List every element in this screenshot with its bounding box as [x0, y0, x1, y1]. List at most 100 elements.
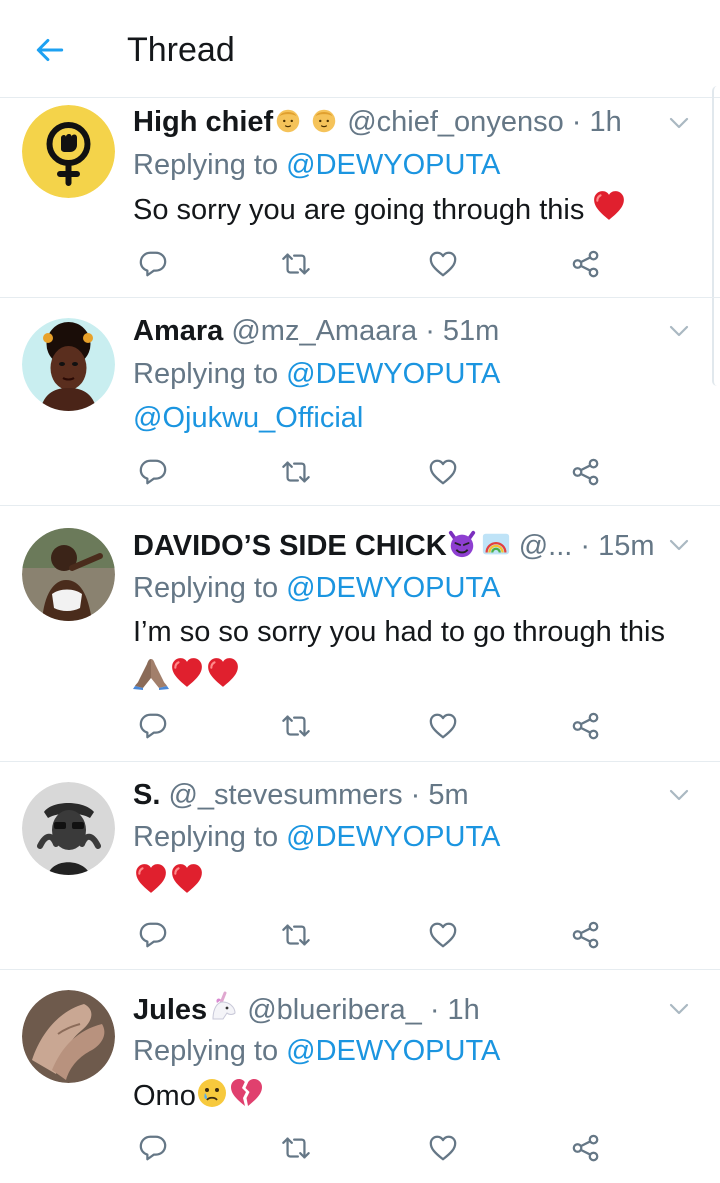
- tweet-header: Jules @blueribera_ · 1h: [133, 990, 670, 1030]
- replying-prefix: Replying to: [133, 149, 279, 181]
- reply-button[interactable]: [133, 452, 173, 492]
- emoji-line: [133, 656, 241, 692]
- red-heart-emoji-icon: [133, 862, 169, 896]
- tweet-item[interactable]: Jules @blueribera_ · 1h Replying to @DEW…: [0, 970, 720, 1183]
- reply-button[interactable]: [133, 915, 173, 955]
- broken-heart-emoji-icon: [230, 1079, 262, 1106]
- tweet-header: Amara @mz_Amaara · 51m: [133, 311, 670, 351]
- mention-link[interactable]: @DEWYOPUTA: [286, 1035, 500, 1067]
- handle[interactable]: @_stevesummers: [168, 779, 402, 811]
- like-button[interactable]: [423, 1128, 463, 1168]
- replying-to: Replying to @DEWYOPUTA: [133, 817, 500, 857]
- replying-prefix: Replying to: [133, 572, 279, 604]
- handle[interactable]: @...: [519, 530, 573, 562]
- reply-icon: [138, 920, 168, 950]
- baby-emoji-icon: [273, 105, 303, 135]
- timestamp: · 15m: [580, 530, 655, 562]
- like-button[interactable]: [423, 244, 463, 284]
- reply-button[interactable]: [133, 706, 173, 746]
- tweet-body: So sorry you are going through this: [133, 194, 585, 226]
- like-icon: [428, 1133, 458, 1163]
- handle[interactable]: @chief_onyenso: [347, 106, 563, 138]
- avatar[interactable]: [22, 105, 115, 198]
- rainbow-emoji-icon: [482, 533, 509, 555]
- share-button[interactable]: [566, 706, 606, 746]
- timestamp: · 51m: [425, 315, 500, 347]
- tweet-item[interactable]: Amara @mz_Amaara · 51m Replying to @DEWY…: [0, 298, 720, 506]
- tweet-actions: [133, 452, 603, 492]
- retweet-button[interactable]: [276, 706, 316, 746]
- share-button[interactable]: [566, 452, 606, 492]
- tweet-item[interactable]: S. @_stevesummers · 5m Replying to @DEWY…: [0, 762, 720, 970]
- folded-hands-emoji-icon: [133, 659, 169, 690]
- display-name[interactable]: DAVIDO’S SIDE CHICK: [133, 530, 447, 562]
- handle[interactable]: @blueribera_: [247, 994, 422, 1026]
- share-icon: [571, 457, 601, 487]
- tweet-item[interactable]: High chief @chief_onyenso · 1h Replying …: [0, 98, 720, 298]
- chevron-down-icon: [667, 111, 691, 135]
- reply-button[interactable]: [133, 244, 173, 284]
- mention-link[interactable]: @DEWYOPUTA: [286, 358, 500, 390]
- retweet-icon: [281, 457, 311, 487]
- tweet-menu-caret[interactable]: [664, 530, 694, 560]
- chevron-down-icon: [667, 997, 691, 1021]
- like-button[interactable]: [423, 706, 463, 746]
- avatar[interactable]: [22, 990, 115, 1083]
- thread-header: Thread: [0, 0, 720, 98]
- reply-icon: [138, 1133, 168, 1163]
- timestamp: · 1h: [571, 106, 622, 138]
- chevron-down-icon: [667, 319, 691, 343]
- share-icon: [571, 1133, 601, 1163]
- like-icon: [428, 711, 458, 741]
- tweet-menu-caret[interactable]: [664, 316, 694, 346]
- mention-link[interactable]: @DEWYOPUTA: [286, 149, 500, 181]
- tweet-actions: [133, 915, 603, 955]
- reply-button[interactable]: [133, 1128, 173, 1168]
- tweet-actions: [133, 244, 603, 284]
- mention-link[interactable]: @DEWYOPUTA: [286, 572, 500, 604]
- tweet-menu-caret[interactable]: [664, 994, 694, 1024]
- timestamp: · 1h: [429, 994, 480, 1026]
- display-name[interactable]: Amara: [133, 315, 223, 347]
- share-button[interactable]: [566, 1128, 606, 1168]
- emoji-line: [133, 862, 205, 898]
- replying-to: Replying to @DEWYOPUTA: [133, 1031, 500, 1071]
- display-name[interactable]: High chief: [133, 106, 273, 138]
- display-name[interactable]: Jules: [133, 994, 207, 1026]
- share-button[interactable]: [566, 915, 606, 955]
- handle[interactable]: @mz_Amaara: [231, 315, 417, 347]
- avatar[interactable]: [22, 782, 115, 875]
- retweet-icon: [281, 711, 311, 741]
- tweet-text: I’m so so sorry you had to go through th…: [133, 610, 700, 654]
- tweet-item[interactable]: DAVIDO’S SIDE CHICK @... · 15m Replying …: [0, 506, 720, 762]
- avatar[interactable]: [22, 528, 115, 621]
- unicorn-emoji-icon: [212, 991, 236, 1020]
- like-icon: [428, 920, 458, 950]
- like-button[interactable]: [423, 915, 463, 955]
- share-icon: [571, 920, 601, 950]
- reply-icon: [138, 711, 168, 741]
- share-button[interactable]: [566, 244, 606, 284]
- tweet-text: @Ojukwu_Official: [133, 396, 700, 440]
- display-name[interactable]: S.: [133, 779, 160, 811]
- tweet-menu-caret[interactable]: [664, 108, 694, 138]
- tweet-header: DAVIDO’S SIDE CHICK @... · 15m: [133, 526, 670, 566]
- red-heart-emoji-icon: [205, 656, 241, 690]
- tweet-menu-caret[interactable]: [664, 780, 694, 810]
- like-icon: [428, 457, 458, 487]
- retweet-icon: [281, 249, 311, 279]
- like-button[interactable]: [423, 452, 463, 492]
- reply-icon: [138, 249, 168, 279]
- retweet-button[interactable]: [276, 915, 316, 955]
- mention-link[interactable]: @Ojukwu_Official: [133, 402, 363, 434]
- retweet-icon: [281, 920, 311, 950]
- red-heart-emoji-icon: [169, 862, 205, 896]
- tweet-actions: [133, 706, 603, 746]
- back-button[interactable]: [28, 28, 72, 72]
- avatar[interactable]: [22, 318, 115, 411]
- mention-link[interactable]: @DEWYOPUTA: [286, 821, 500, 853]
- tweet-text: Omo: [133, 1074, 700, 1118]
- retweet-button[interactable]: [276, 452, 316, 492]
- retweet-button[interactable]: [276, 1128, 316, 1168]
- retweet-button[interactable]: [276, 244, 316, 284]
